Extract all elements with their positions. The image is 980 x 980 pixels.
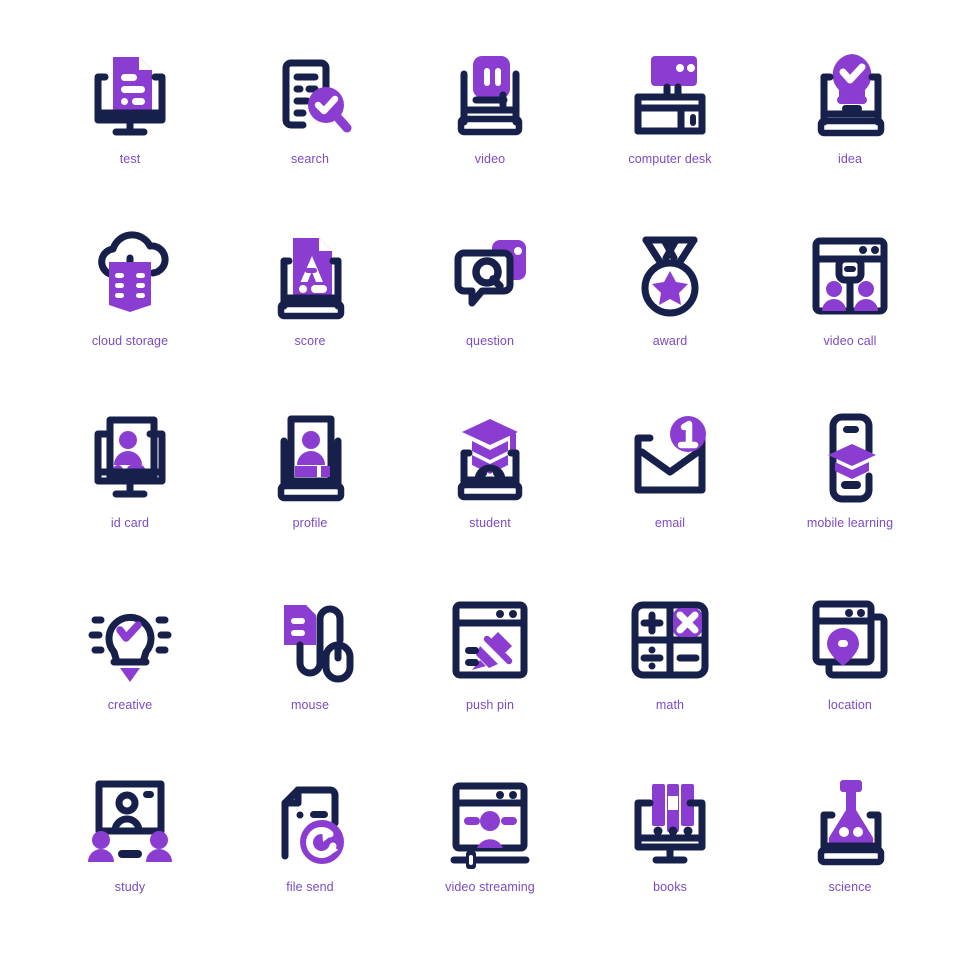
document-on-monitor-icon (80, 44, 180, 144)
icon-cell-video-streaming[interactable]: video streaming (400, 758, 580, 940)
icon-label: test (119, 152, 141, 166)
icon-label: id card (110, 516, 150, 530)
id-card-monitor-icon (80, 408, 180, 508)
icon-label: award (652, 334, 688, 348)
push-pin-window-icon (440, 590, 540, 690)
file-send-arrow-icon (260, 772, 360, 872)
grade-a-document-board-icon (260, 226, 360, 326)
icon-cell-video-call[interactable]: video call (760, 212, 940, 394)
lightbulb-check-board-icon (800, 44, 900, 144)
document-magnifier-check-icon (260, 44, 360, 144)
icon-label: science (828, 880, 872, 894)
icon-cell-video[interactable]: video (400, 30, 580, 212)
graduation-cap-laptop-icon (440, 408, 540, 508)
icon-cell-test[interactable]: test (40, 30, 220, 212)
icon-label: mobile learning (806, 516, 894, 530)
icon-cell-student[interactable]: student (400, 394, 580, 576)
icon-cell-award[interactable]: award (580, 212, 760, 394)
icon-label: idea (837, 152, 863, 166)
icon-cell-mobile-learning[interactable]: mobile learning (760, 394, 940, 576)
profile-board-icon (260, 408, 360, 508)
icon-cell-computer-desk[interactable]: computer desk (580, 30, 760, 212)
email-envelope-badge-icon (620, 408, 720, 508)
icon-cell-id-card[interactable]: id card (40, 394, 220, 576)
video-pause-board-icon (440, 44, 540, 144)
icon-cell-creative[interactable]: creative (40, 576, 220, 758)
icon-cell-science[interactable]: science (760, 758, 940, 940)
icon-label: video (474, 152, 506, 166)
icon-label: file send (286, 880, 334, 894)
icon-cell-books[interactable]: books (580, 758, 760, 940)
books-on-monitor-icon (620, 772, 720, 872)
icon-cell-question[interactable]: question (400, 212, 580, 394)
icon-cell-study[interactable]: study (40, 758, 220, 940)
question-chat-bubble-icon (440, 226, 540, 326)
icon-label: student (469, 516, 511, 530)
calculator-operators-icon (620, 590, 720, 690)
icon-grid: test search video computer desk idea clo… (0, 0, 980, 980)
icon-label: video streaming (445, 880, 535, 894)
icon-cell-mouse[interactable]: mouse (220, 576, 400, 758)
icon-label: search (290, 152, 330, 166)
icon-label: location (828, 698, 872, 712)
computer-desk-icon (620, 44, 720, 144)
icon-label: email (654, 516, 686, 530)
icon-cell-score[interactable]: score (220, 212, 400, 394)
icon-label: math (655, 698, 685, 712)
video-call-window-icon (800, 226, 900, 326)
icon-cell-file-send[interactable]: file send (220, 758, 400, 940)
icon-cell-location[interactable]: location (760, 576, 940, 758)
location-pin-window-icon (800, 590, 900, 690)
icon-label: study (114, 880, 146, 894)
icon-cell-profile[interactable]: profile (220, 394, 400, 576)
science-flask-laptop-icon (800, 772, 900, 872)
icon-label: cloud storage (91, 334, 169, 348)
icon-label: question (465, 334, 515, 348)
icon-label: profile (292, 516, 328, 530)
icon-cell-idea[interactable]: idea (760, 30, 940, 212)
lightbulb-check-rays-icon (80, 590, 180, 690)
icon-label: books (653, 880, 687, 894)
video-streaming-player-icon (440, 772, 540, 872)
icon-label: push pin (465, 698, 515, 712)
computer-mouse-document-icon (260, 590, 360, 690)
icon-cell-push-pin[interactable]: push pin (400, 576, 580, 758)
icon-label: creative (107, 698, 153, 712)
icon-cell-cloud-storage[interactable]: cloud storage (40, 212, 220, 394)
icon-label: computer desk (628, 152, 712, 166)
icon-cell-email[interactable]: email (580, 394, 760, 576)
mobile-graduation-icon (800, 408, 900, 508)
icon-cell-search[interactable]: search (220, 30, 400, 212)
icon-label: score (294, 334, 326, 348)
cloud-book-icon (80, 226, 180, 326)
icon-label: video call (823, 334, 877, 348)
whiteboard-students-icon (80, 772, 180, 872)
icon-label: mouse (290, 698, 330, 712)
icon-cell-math[interactable]: math (580, 576, 760, 758)
medal-star-icon (620, 226, 720, 326)
